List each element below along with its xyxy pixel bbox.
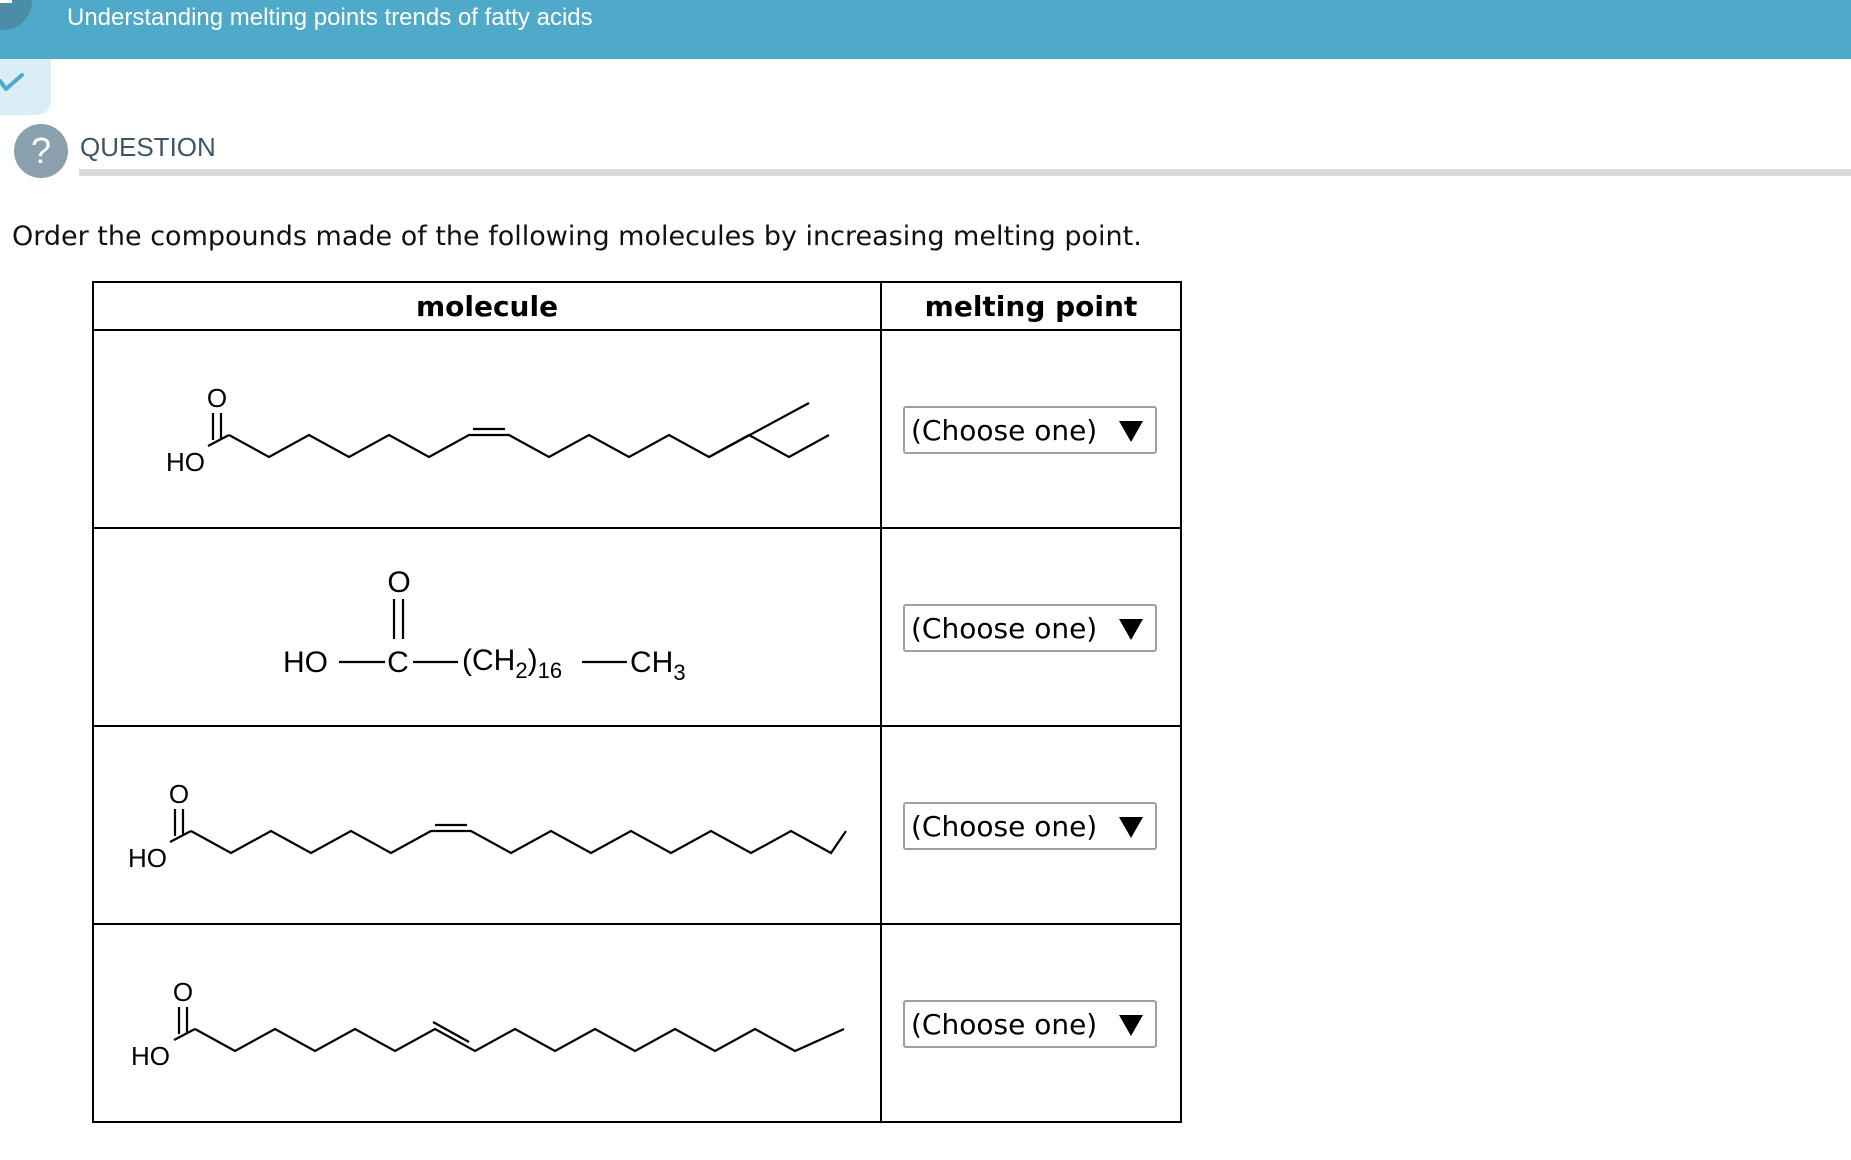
carbonyl-oxygen-label: O	[173, 977, 193, 1007]
molecule-3-structure: HO O	[128, 779, 847, 873]
dropdown-arrow-icon	[1119, 1015, 1143, 1036]
question-divider	[79, 169, 1851, 176]
skeletal-bonds	[169, 809, 847, 855]
select-value: (Choose one)	[911, 414, 1098, 447]
melting-point-select[interactable]: (Choose one)	[903, 802, 1157, 850]
melting-point-select[interactable]: (Choose one)	[903, 604, 1157, 652]
hydroxyl-label: HO	[166, 447, 205, 477]
molecule-structure: HO O	[92, 725, 882, 925]
table-row: HO O (Choose one)	[92, 725, 1182, 925]
hydroxyl-label: HO	[131, 1041, 170, 1071]
hydroxyl-label: HO	[283, 646, 328, 679]
melting-point-cell: (Choose one)	[880, 725, 1182, 925]
question-label: QUESTION	[80, 132, 216, 162]
answer-table: molecule melting point HO O (Choose one)…	[92, 281, 1182, 1123]
methyl-label: CH3	[630, 646, 686, 685]
select-value: (Choose one)	[911, 810, 1098, 843]
molecule-1-structure: HO O	[166, 383, 830, 477]
menu-toggle-icon[interactable]	[0, 0, 32, 30]
question-icon: ?	[14, 124, 68, 178]
melting-point-cell: (Choose one)	[880, 527, 1182, 727]
question-prompt: Order the compounds made of the followin…	[12, 221, 1142, 252]
header-bar: Understanding melting points trends of f…	[0, 0, 1851, 59]
molecule-structure: HO C O (CH2)16 CH3	[92, 527, 882, 727]
skeletal-bonds	[173, 1007, 845, 1053]
table-row: HO O (Choose one)	[92, 329, 1182, 529]
melting-point-cell: (Choose one)	[880, 329, 1182, 529]
melting-point-cell: (Choose one)	[880, 923, 1182, 1123]
dropdown-arrow-icon	[1119, 421, 1143, 442]
dropdown-arrow-icon	[1119, 817, 1143, 838]
methylene-label: (CH2)16	[462, 644, 562, 683]
table-header-row: molecule melting point	[92, 281, 1182, 331]
molecule-2-structure: HO C O (CH2)16 CH3	[283, 566, 686, 685]
column-header-melting-point: melting point	[880, 281, 1182, 331]
carbonyl-carbon-label: C	[387, 646, 409, 679]
skeletal-bonds	[207, 402, 830, 459]
assignment-title: Understanding melting points trends of f…	[67, 4, 593, 31]
select-value: (Choose one)	[911, 1008, 1098, 1041]
table-row: HO C O (CH2)16 CH3 (Choose one)	[92, 527, 1182, 727]
check-icon	[0, 73, 24, 91]
carbonyl-oxygen-label: O	[207, 383, 227, 413]
melting-point-select[interactable]: (Choose one)	[903, 1000, 1157, 1048]
molecule-structure: HO O	[92, 923, 882, 1123]
completion-tab[interactable]	[0, 59, 51, 115]
molecule-structure: HO O	[92, 329, 882, 529]
hydroxyl-label: HO	[128, 843, 167, 873]
molecule-4-structure: HO O	[131, 977, 845, 1071]
column-header-molecule: molecule	[92, 281, 882, 331]
dropdown-arrow-icon	[1119, 619, 1143, 640]
carbonyl-oxygen-label: O	[169, 779, 189, 809]
table-row: HO O (Choose one)	[92, 923, 1182, 1123]
select-value: (Choose one)	[911, 612, 1098, 645]
melting-point-select[interactable]: (Choose one)	[903, 406, 1157, 454]
carbonyl-oxygen-label: O	[387, 566, 410, 599]
